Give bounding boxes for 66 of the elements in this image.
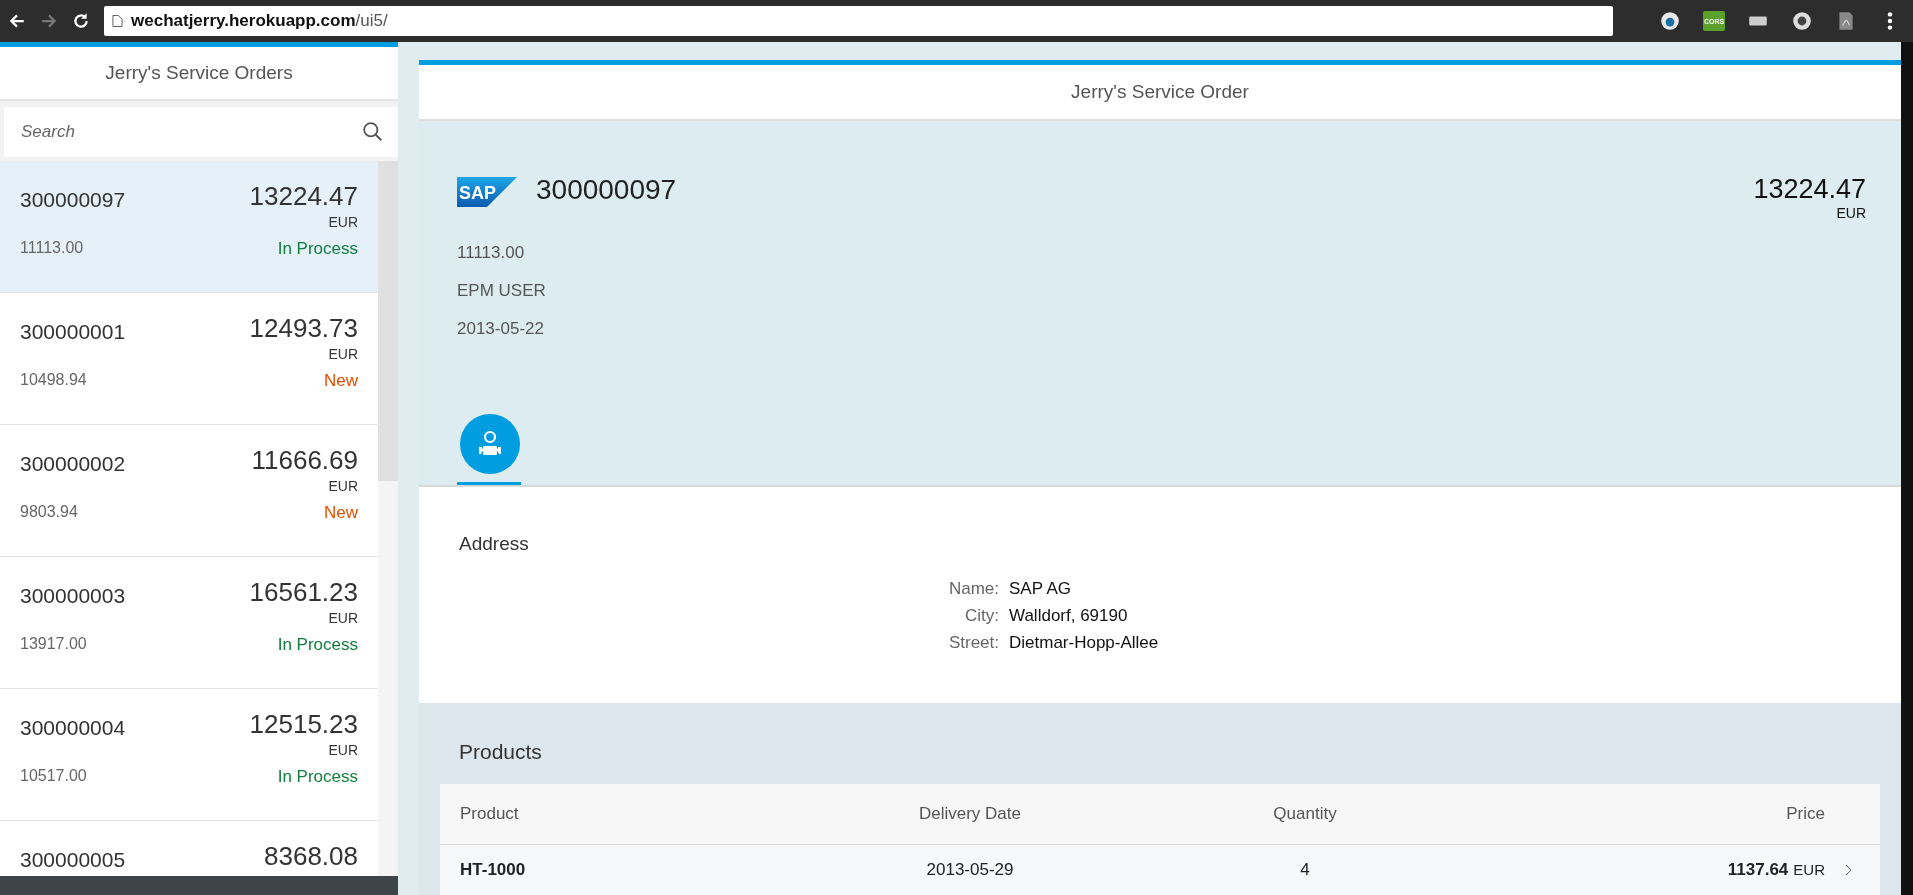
order-number: 300000002 (20, 452, 126, 476)
table-row[interactable]: HT-1000 2013-05-29 4 1137.64 EUR (440, 845, 1880, 895)
header-attribute: 2013-05-22 (457, 318, 545, 339)
section-title: Products (459, 740, 543, 764)
currency-label: EUR (328, 478, 358, 494)
header-attribute: 11113.00 (457, 242, 526, 263)
price: 1137.64 (1727, 860, 1789, 879)
order-number: 300000005 (20, 848, 126, 872)
delivery-date: 2013-05-29 (926, 860, 1014, 880)
field-value: Dietmar-Hopp-Allee (1009, 633, 1160, 654)
order-amount: 11666.69 (251, 445, 358, 476)
header-attribute: EPM USER (457, 280, 547, 301)
extension-icon[interactable] (1659, 10, 1681, 32)
extension-icon[interactable] (1791, 10, 1813, 32)
reload-icon[interactable] (72, 12, 90, 30)
search-icon[interactable] (362, 121, 384, 143)
currency-label: EUR (328, 214, 358, 230)
order-amount: 12493.73 (249, 313, 358, 344)
field-value: SAP AG (1009, 579, 1073, 600)
order-amount: 8368.08 (264, 841, 358, 872)
net-amount: 13917.00 (20, 635, 87, 654)
order-list-item[interactable]: 300000097 13224.47 EUR 11113.00 In Process (0, 161, 378, 293)
master-title: Jerry's Service Orders (105, 62, 293, 84)
person-icon (460, 414, 520, 475)
field-label: City: (964, 606, 999, 627)
order-amount: 13224.47 (1753, 173, 1866, 205)
order-number: 300000003 (20, 584, 126, 608)
detail-title: Jerry's Service Order (1071, 80, 1249, 103)
net-amount: 10517.00 (20, 767, 87, 786)
net-amount: 11113.00 (20, 239, 84, 258)
field-label: Name: (947, 579, 999, 600)
order-number: 300000004 (20, 716, 126, 740)
icon-tab[interactable] (457, 414, 521, 486)
order-amount: 13224.47 (249, 181, 358, 212)
address-bar[interactable]: wechatjerry.herokuapp.com/ui5/ (104, 6, 1613, 36)
order-amount: 16561.23 (249, 577, 358, 608)
column-header: Price (1785, 804, 1826, 824)
status-text: New (324, 371, 358, 391)
status-text: New (324, 503, 358, 523)
field-label: Street: (947, 633, 999, 654)
order-number: 300000097 (20, 188, 126, 212)
quantity: 4 (1300, 860, 1310, 880)
section-title: Address (459, 533, 530, 556)
field-value: Walldorf, 69190 (1009, 606, 1129, 627)
column-header: Quantity (1273, 804, 1337, 824)
logo-text: SAP (459, 182, 496, 203)
currency-label: EUR (1793, 861, 1825, 878)
chevron-right-icon (1845, 864, 1853, 876)
order-number: 300000001 (20, 320, 126, 344)
page-icon (112, 14, 123, 28)
currency-label: EUR (328, 346, 358, 362)
status-text: In Process (277, 767, 358, 787)
status-text: In Process (277, 635, 358, 655)
currency-label: EUR (328, 610, 358, 626)
column-header: Delivery Date (918, 804, 1021, 824)
currency-label: EUR (328, 742, 358, 758)
currency-label: EUR (1836, 204, 1866, 221)
column-header: Product (459, 804, 520, 824)
scrollbar[interactable] (378, 161, 398, 876)
net-amount: 9803.94 (20, 503, 78, 522)
back-arrow-icon[interactable] (8, 12, 26, 30)
net-amount: 10498.94 (20, 371, 87, 390)
order-title: 300000097 (536, 173, 678, 206)
order-amount: 12515.23 (249, 709, 358, 740)
status-text: In Process (277, 239, 358, 259)
product-name: HT-1000 (459, 860, 527, 880)
